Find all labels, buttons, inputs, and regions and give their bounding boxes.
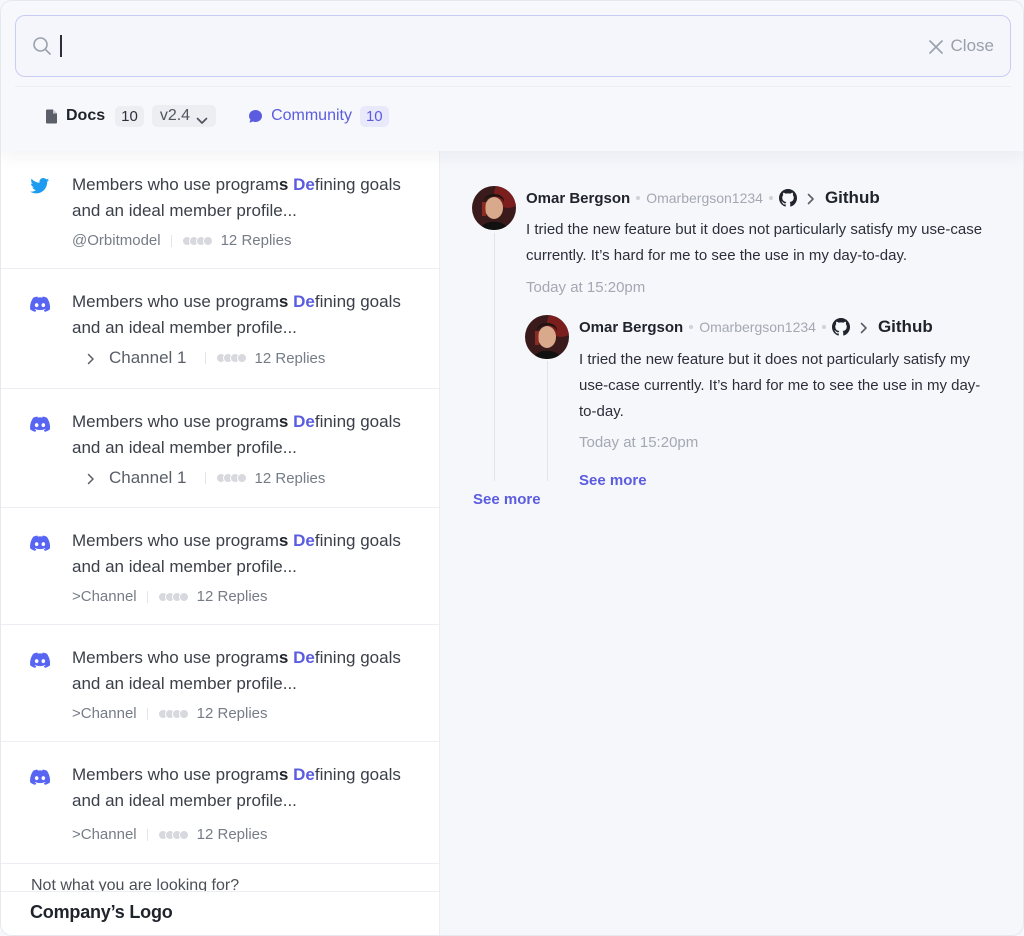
result-title: Members who use programs Defining goals … [72,412,401,457]
source-label[interactable]: Github [825,188,880,208]
tab-community-label: Community [271,107,352,124]
avatar-stack [157,708,189,719]
author-name[interactable]: Omar Bergson [579,319,683,336]
chevron-right-icon [807,192,815,205]
result-title: Members who use programs Defining goals … [72,292,401,337]
modal-header: Close Docs 10 v2.4 Community 10 [1,1,1023,151]
reply-count: 12 Replies [254,349,326,367]
filter-tabs: Docs 10 v2.4 Community 10 [45,105,389,127]
result-title: Members who use programs Defining goals … [72,531,401,576]
reply-timestamp: Today at 15:20pm [579,434,699,451]
reply-count: 12 Replies [196,705,268,722]
twitter-icon [30,178,50,194]
avatar-stack [215,473,247,483]
post-timestamp: Today at 15:20pm [526,279,646,296]
reply-count: 12 Replies [254,469,326,487]
source-label[interactable]: Github [878,317,933,337]
list-item[interactable]: Members who use programs Defining goals … [1,625,439,742]
discord-icon [30,535,51,551]
avatar-stack [181,235,213,246]
reply-message: I tried the new feature but it does not … [579,351,981,420]
author-handle: Omarbergson1234 [646,190,763,206]
channel-label: >Channel [72,588,137,605]
docs-count-badge: 10 [115,105,144,127]
list-item[interactable]: Members who use programs Defining goals … [1,151,439,269]
reply-author-row: Omar Bergson Omarbergson1234 Github [579,317,933,337]
tab-community[interactable]: Community 10 [248,105,389,127]
search-icon [32,36,52,56]
channel-label: Channel 1 [109,348,187,367]
reply-thread-line [547,361,548,481]
github-icon [778,189,797,207]
result-meta: @Orbitmodel 12 Replies [72,232,291,249]
chevron-right-icon [87,352,95,365]
author-name[interactable]: Omar Bergson [526,190,630,207]
chevron-right-icon [87,472,95,485]
close-button[interactable]: Close [928,36,994,56]
result-meta: Channel 1 12 Replies [87,468,325,488]
chat-bubble-icon [248,109,263,124]
company-logo: Company’s Logo [30,902,173,922]
github-icon [831,318,850,336]
post-author-row: Omar Bergson Omarbergson1234 Github [526,188,880,208]
result-meta: >Channel 12 Replies [72,588,268,605]
discord-icon [30,769,51,785]
result-meta: Channel 1 12 Replies [87,348,325,368]
channel-label: >Channel [72,826,137,843]
chevron-right-icon [860,321,868,334]
result-meta: >Channel 12 Replies [72,705,268,722]
search-input[interactable] [68,36,929,56]
close-icon [928,39,943,54]
discord-icon [30,652,51,668]
search-modal: Close Docs 10 v2.4 Community 10 Members … [0,0,1024,936]
header-divider [15,86,1011,87]
result-meta: >Channel 12 Replies [72,826,268,843]
reply-count: 12 Replies [220,232,292,249]
footer: Company’s Logo [1,891,439,935]
thread-line [494,233,495,481]
reply-count: 12 Replies [196,826,268,843]
list-item[interactable]: Members who use programs Defining goals … [1,508,439,625]
tab-docs-label: Docs [66,107,106,124]
channel-label: Channel 1 [109,468,187,487]
post-message: I tried the new feature but it does not … [526,221,983,264]
close-label: Close [950,36,994,55]
reply-see-more-link[interactable]: See more [579,472,647,489]
list-item[interactable]: Members who use programs Defining goals … [1,742,439,864]
list-item[interactable]: Members who use programs Defining goals … [1,389,439,508]
avatar[interactable] [525,315,569,359]
avatar-stack [157,829,189,840]
avatar-stack [157,591,189,602]
community-count-badge: 10 [359,105,389,127]
version-label: v2.4 [159,107,191,124]
discord-icon [30,296,51,312]
version-select[interactable]: v2.4 [151,105,217,127]
results-list: Members who use programs Defining goals … [1,151,440,935]
document-icon [45,109,58,124]
author-handle: Omarbergson1234 [699,319,816,335]
avatar-stack [215,353,247,363]
reply-count: 12 Replies [196,588,268,605]
channel-label: >Channel [72,705,137,722]
avatar[interactable] [472,186,516,230]
result-title: Members who use programs Defining goals … [72,175,401,220]
text-caret [60,35,62,57]
thread-panel: Omar Bergson Omarbergson1234 Github I tr… [441,151,1023,935]
discord-icon [30,416,51,432]
tab-docs[interactable]: Docs 10 [45,105,144,127]
result-author: @Orbitmodel [72,232,161,249]
result-title: Members who use programs Defining goals … [72,648,401,693]
search-box[interactable]: Close [15,15,1011,77]
post-see-more-link[interactable]: See more [473,491,541,508]
result-title: Members who use programs Defining goals … [72,765,401,810]
list-item[interactable]: Members who use programs Defining goals … [1,269,439,389]
chevron-down-icon [196,112,208,124]
